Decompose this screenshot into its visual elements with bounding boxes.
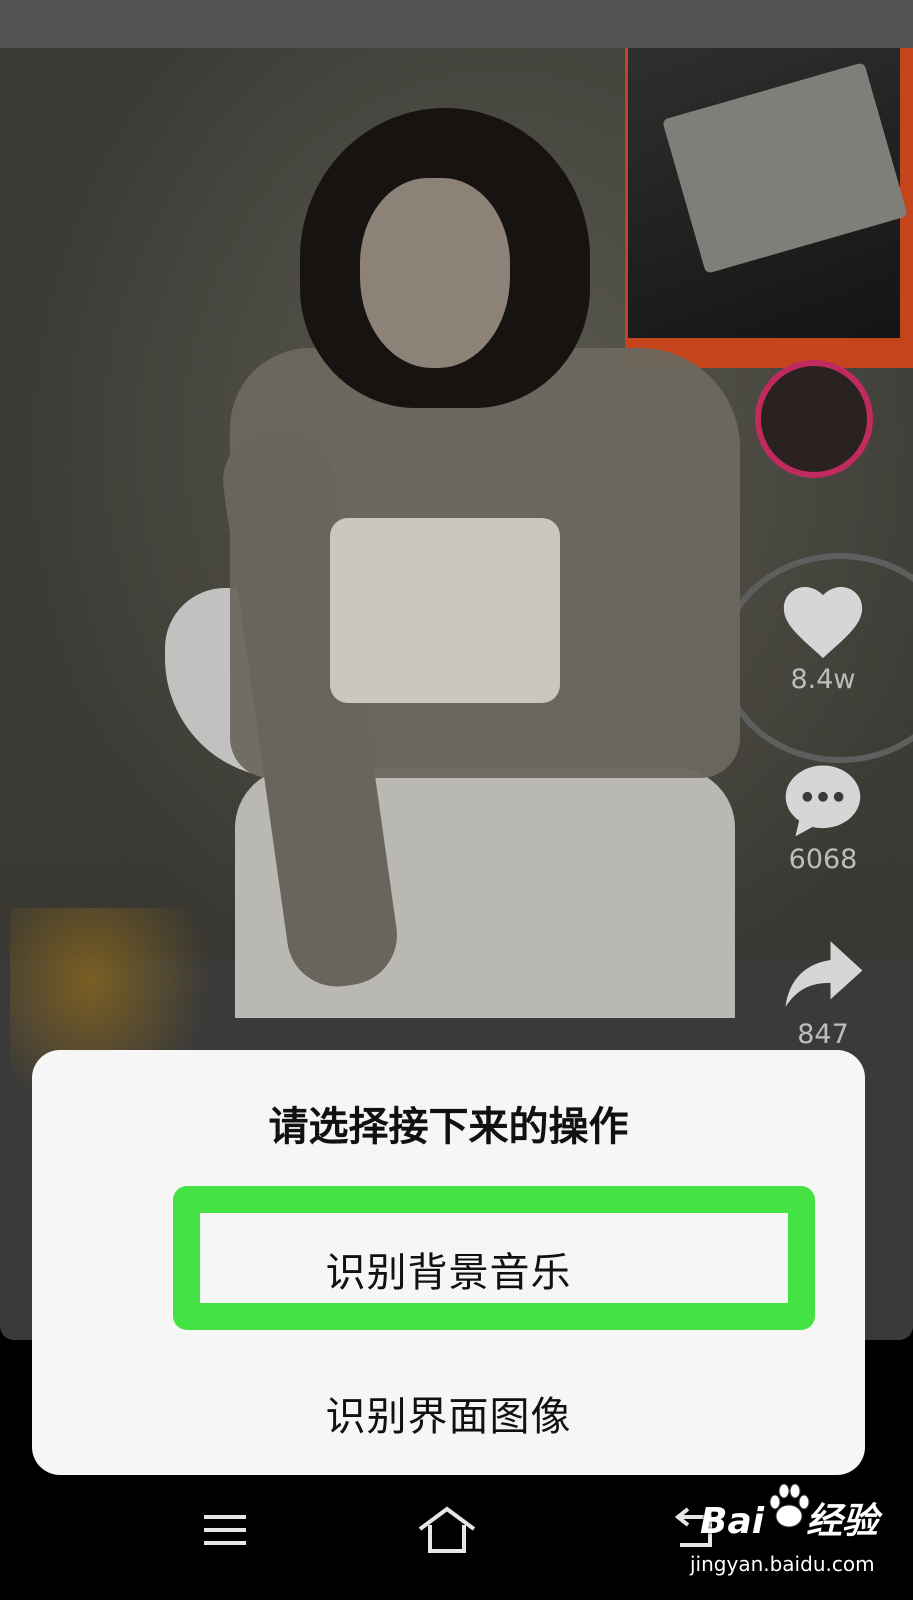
share-count: 847 xyxy=(797,1019,849,1050)
author-avatar[interactable] xyxy=(755,360,873,478)
like-button[interactable]: 8.4w xyxy=(778,578,868,695)
share-icon xyxy=(785,941,863,1007)
watermark-url: jingyan.baidu.com xyxy=(690,1552,875,1576)
heart-icon xyxy=(783,586,863,659)
home-button[interactable] xyxy=(412,1495,482,1565)
share-button[interactable]: 847 xyxy=(778,935,868,1050)
baidu-watermark: Bai 经验 jingyan.baidu.com xyxy=(660,1480,910,1590)
comment-count: 6068 xyxy=(788,844,858,875)
status-bar xyxy=(0,0,913,48)
dialog-title: 请选择接下来的操作 xyxy=(268,1104,629,1150)
identify-music-option[interactable]: 识别背景音乐 xyxy=(32,1240,865,1298)
action-dialog: 请选择接下来的操作 识别背景音乐 识别界面图像 xyxy=(32,1050,865,1475)
comment-button[interactable]: 6068 xyxy=(778,758,868,875)
menu-button[interactable] xyxy=(190,1495,260,1565)
person-cami xyxy=(330,518,560,703)
comment-icon xyxy=(785,765,861,837)
identify-image-option[interactable]: 识别界面图像 xyxy=(32,1384,865,1442)
baidu-paw-icon xyxy=(769,1483,810,1528)
home-icon xyxy=(418,1506,476,1553)
person-face xyxy=(360,178,510,368)
like-count: 8.4w xyxy=(790,664,856,695)
menu-icon xyxy=(204,1515,246,1545)
